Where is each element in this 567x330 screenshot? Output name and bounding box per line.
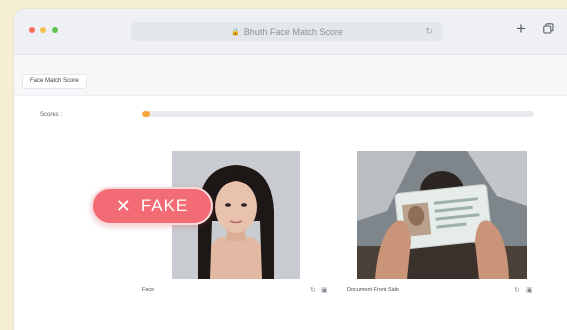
tab-face-match-score[interactable]: Face Match Score bbox=[22, 74, 87, 89]
face-caption: Face bbox=[142, 287, 155, 293]
expand-icon[interactable]: ▣ bbox=[321, 286, 328, 294]
reload-icon[interactable]: ↻ bbox=[425, 26, 433, 37]
new-tab-button[interactable]: + bbox=[516, 19, 526, 39]
x-icon: ✕ bbox=[115, 195, 132, 216]
score-bar bbox=[142, 111, 534, 117]
document-front-image bbox=[357, 151, 527, 279]
maximize-window-button[interactable] bbox=[52, 27, 58, 33]
copy-tabs-icon[interactable] bbox=[543, 23, 554, 34]
score-label: Scores : bbox=[40, 112, 63, 118]
rotate-icon[interactable]: ↻ bbox=[514, 286, 520, 294]
address-bar-title: Bhuth Face Match Score bbox=[243, 26, 343, 37]
expand-icon[interactable]: ▣ bbox=[526, 286, 533, 294]
lock-icon: 🔒 bbox=[231, 28, 240, 36]
address-bar[interactable]: 🔒 Bhuth Face Match Score ↻ bbox=[131, 22, 443, 41]
minimize-window-button[interactable] bbox=[40, 27, 46, 33]
document-caption: Document Front Side bbox=[347, 287, 399, 293]
score-bar-fill bbox=[142, 111, 150, 117]
browser-titlebar: 🔒 Bhuth Face Match Score ↻ + bbox=[14, 9, 567, 55]
browser-window: 🔒 Bhuth Face Match Score ↻ + Face Match … bbox=[14, 9, 567, 330]
rotate-icon[interactable]: ↻ bbox=[310, 286, 316, 294]
document-photo bbox=[357, 151, 527, 279]
close-window-button[interactable] bbox=[29, 27, 35, 33]
fake-result-badge: ✕ FAKE bbox=[91, 187, 213, 225]
tab-strip: Face Match Score bbox=[14, 55, 567, 96]
fake-result-label: FAKE bbox=[140, 196, 189, 215]
